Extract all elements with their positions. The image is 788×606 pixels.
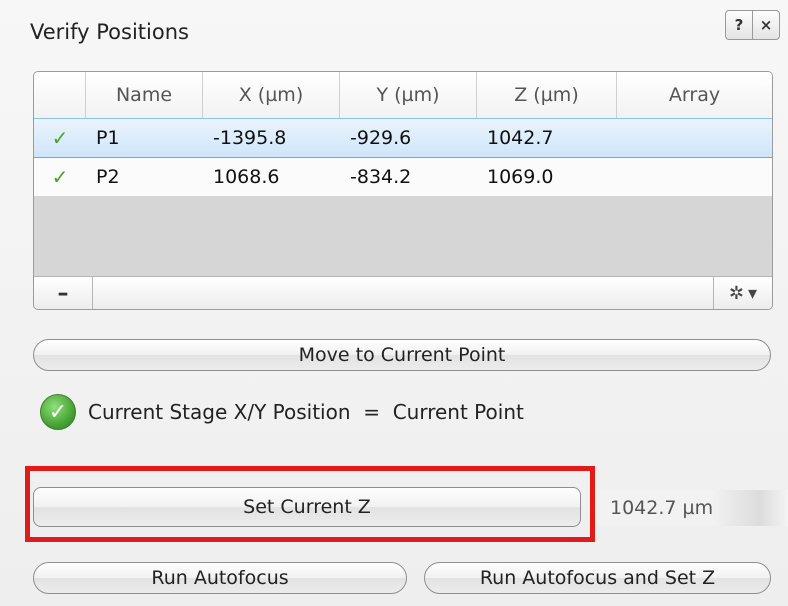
cell-z: 1069.0 xyxy=(487,166,554,188)
run-autofocus-and-set-z-button[interactable]: Run Autofocus and Set Z xyxy=(424,562,771,594)
cell-y: -834.2 xyxy=(350,166,412,188)
table-row[interactable]: ✓ P1 -1395.8 -929.6 1042.7 xyxy=(34,118,772,158)
remove-position-button[interactable]: – xyxy=(34,277,93,309)
options-button[interactable]: ✲ ▾ xyxy=(713,277,772,309)
run-autofocus-button[interactable]: Run Autofocus xyxy=(33,562,407,594)
close-button[interactable]: × xyxy=(752,11,779,39)
cell-x: 1068.6 xyxy=(213,166,280,188)
panel-title: Verify Positions xyxy=(30,20,189,44)
move-to-current-point-button[interactable]: Move to Current Point xyxy=(33,339,771,371)
chevron-down-icon: ▾ xyxy=(748,282,758,304)
check-icon: ✓ xyxy=(51,165,69,189)
verify-positions-panel: Verify Positions ? × Name X (µm) Y (µm) … xyxy=(0,0,788,606)
positions-table: Name X (µm) Y (µm) Z (µm) Array ✓ P1 -13… xyxy=(33,71,773,310)
position-status-text: Current Stage X/Y Position = Current Poi… xyxy=(88,400,524,424)
column-header-array[interactable]: Array xyxy=(617,72,772,118)
column-header-z[interactable]: Z (µm) xyxy=(477,72,617,118)
check-icon: ✓ xyxy=(51,126,69,150)
table-toolbar: – ✲ ▾ xyxy=(34,276,772,309)
table-row[interactable]: ✓ P2 1068.6 -834.2 1069.0 xyxy=(34,158,772,196)
cell-name: P1 xyxy=(96,127,120,149)
cell-name: P2 xyxy=(96,166,120,188)
cell-z: 1042.7 xyxy=(487,127,554,149)
gear-icon: ✲ xyxy=(728,282,745,304)
column-header-x[interactable]: X (µm) xyxy=(203,72,340,118)
column-header-name[interactable]: Name xyxy=(86,72,203,118)
cell-x: -1395.8 xyxy=(213,127,287,149)
window-buttons: ? × xyxy=(725,10,780,40)
cell-y: -929.6 xyxy=(350,127,412,149)
current-z-value: 1042.7 µm xyxy=(598,490,788,526)
position-status: ✓ Current Stage X/Y Position = Current P… xyxy=(40,392,524,432)
column-header-status[interactable] xyxy=(34,72,86,118)
check-circle-icon: ✓ xyxy=(40,394,76,430)
column-header-y[interactable]: Y (µm) xyxy=(340,72,477,118)
highlight-box xyxy=(25,466,595,542)
table-header: Name X (µm) Y (µm) Z (µm) Array xyxy=(34,72,772,119)
help-button[interactable]: ? xyxy=(726,11,752,39)
